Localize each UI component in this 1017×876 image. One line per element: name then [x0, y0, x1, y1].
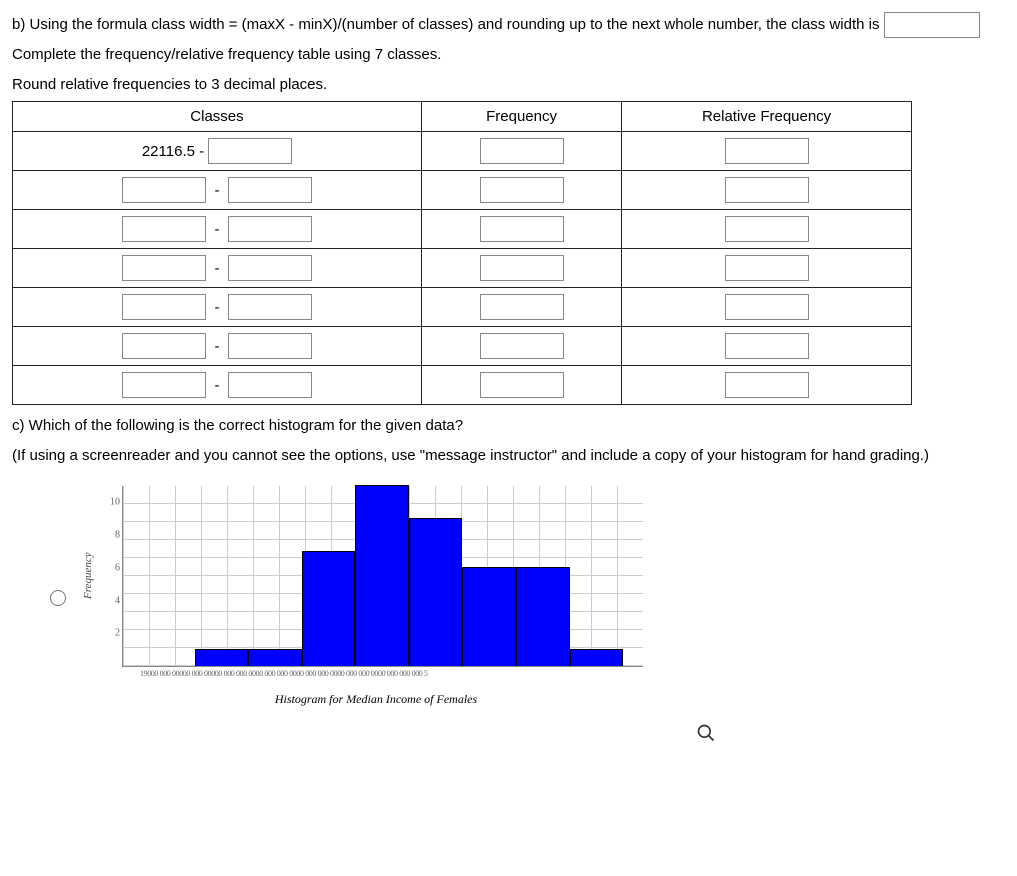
- histogram-bar: [409, 518, 463, 666]
- chart-ytick: 8: [98, 530, 120, 541]
- chart-ytick: 6: [98, 562, 120, 573]
- frequency-input[interactable]: [480, 177, 564, 203]
- class-lower-fixed: 22116.5 -: [142, 143, 204, 160]
- classes-cell: -: [13, 249, 422, 288]
- histogram-radio-1[interactable]: [50, 590, 66, 606]
- frequency-input[interactable]: [480, 216, 564, 242]
- chart-title: Histogram for Median Income of Females: [96, 692, 656, 707]
- chart-ytick: 4: [98, 595, 120, 606]
- chart-ylabel: Frequency: [82, 486, 94, 666]
- relfreq-cell: [622, 288, 912, 327]
- table-row: -: [13, 327, 912, 366]
- relfreq-input[interactable]: [725, 138, 809, 164]
- col-header-frequency: Frequency: [421, 102, 621, 132]
- relfreq-cell: [622, 210, 912, 249]
- chart-yticks: 2 4 6 8 10: [98, 486, 120, 666]
- histogram-bar: [516, 567, 570, 666]
- table-row: -: [13, 249, 912, 288]
- table-row: -: [13, 171, 912, 210]
- relfreq-input[interactable]: [725, 294, 809, 320]
- frequency-cell: [421, 249, 621, 288]
- relfreq-cell: [622, 249, 912, 288]
- class-upper-input[interactable]: [208, 138, 292, 164]
- class-dash: -: [210, 377, 223, 394]
- col-header-relfreq: Relative Frequency: [622, 102, 912, 132]
- class-dash: -: [210, 260, 223, 277]
- classes-cell: -: [13, 288, 422, 327]
- class-dash: -: [210, 221, 223, 238]
- table-row: -: [13, 210, 912, 249]
- class-upper-input[interactable]: [228, 294, 312, 320]
- relfreq-input[interactable]: [725, 333, 809, 359]
- chart-xaxis-ticks: 19000 000 00000 000 00000 000 000 0000 0…: [122, 667, 660, 678]
- class-lower-input[interactable]: [122, 216, 206, 242]
- part-b-text: b) Using the formula class width = (maxX…: [12, 12, 1005, 38]
- class-lower-input[interactable]: [122, 372, 206, 398]
- frequency-input[interactable]: [480, 138, 564, 164]
- frequency-cell: [421, 171, 621, 210]
- class-upper-input[interactable]: [228, 333, 312, 359]
- frequency-cell: [421, 288, 621, 327]
- class-lower-input[interactable]: [122, 177, 206, 203]
- magnify-icon[interactable]: [696, 723, 716, 743]
- class-lower-input[interactable]: [122, 294, 206, 320]
- class-lower-input[interactable]: [122, 255, 206, 281]
- classes-cell: -: [13, 210, 422, 249]
- class-dash: -: [210, 338, 223, 355]
- chart-ytick: 10: [98, 497, 120, 508]
- histogram-bar: [570, 649, 624, 666]
- frequency-input[interactable]: [480, 255, 564, 281]
- part-c-note: (If using a screenreader and you cannot …: [12, 443, 1005, 469]
- class-upper-input[interactable]: [228, 255, 312, 281]
- class-upper-input[interactable]: [228, 372, 312, 398]
- class-upper-input[interactable]: [228, 177, 312, 203]
- classes-cell: -: [13, 171, 422, 210]
- histogram-bar: [195, 649, 249, 666]
- col-header-classes: Classes: [13, 102, 422, 132]
- frequency-table: Classes Frequency Relative Frequency 221…: [12, 101, 912, 405]
- frequency-input[interactable]: [480, 294, 564, 320]
- histogram-option: Frequency 2 4 6 8 10 19000 000 00000 000 000…: [32, 486, 1005, 707]
- relfreq-input[interactable]: [725, 255, 809, 281]
- relfreq-input[interactable]: [725, 216, 809, 242]
- histogram-bar: [355, 485, 409, 666]
- class-upper-input[interactable]: [228, 216, 312, 242]
- histogram-bar: [462, 567, 516, 666]
- class-lower-input[interactable]: [122, 333, 206, 359]
- frequency-cell: [421, 132, 621, 171]
- table-intro-2: Round relative frequencies to 3 decimal …: [12, 72, 1005, 98]
- frequency-cell: [421, 327, 621, 366]
- part-b-prompt: b) Using the formula class width = (maxX…: [12, 16, 879, 33]
- table-intro-1: Complete the frequency/relative frequenc…: [12, 42, 1005, 68]
- frequency-cell: [421, 210, 621, 249]
- histogram-bar: [248, 649, 302, 666]
- frequency-input[interactable]: [480, 372, 564, 398]
- table-row: 22116.5 -: [13, 132, 912, 171]
- table-row: -: [13, 366, 912, 405]
- chart-ytick: 2: [98, 628, 120, 639]
- relfreq-cell: [622, 366, 912, 405]
- frequency-cell: [421, 366, 621, 405]
- relfreq-input[interactable]: [725, 372, 809, 398]
- relfreq-input[interactable]: [725, 177, 809, 203]
- class-dash: -: [210, 182, 223, 199]
- classes-cell: -: [13, 327, 422, 366]
- histogram-bar: [302, 551, 356, 667]
- part-c-prompt: c) Which of the following is the correct…: [12, 413, 1005, 439]
- table-row: -: [13, 288, 912, 327]
- histogram-chart: [122, 486, 643, 667]
- relfreq-cell: [622, 327, 912, 366]
- frequency-input[interactable]: [480, 333, 564, 359]
- classes-cell: -: [13, 366, 422, 405]
- classes-cell: 22116.5 -: [13, 132, 422, 171]
- relfreq-cell: [622, 132, 912, 171]
- relfreq-cell: [622, 171, 912, 210]
- class-width-input[interactable]: [884, 12, 980, 38]
- class-dash: -: [210, 299, 223, 316]
